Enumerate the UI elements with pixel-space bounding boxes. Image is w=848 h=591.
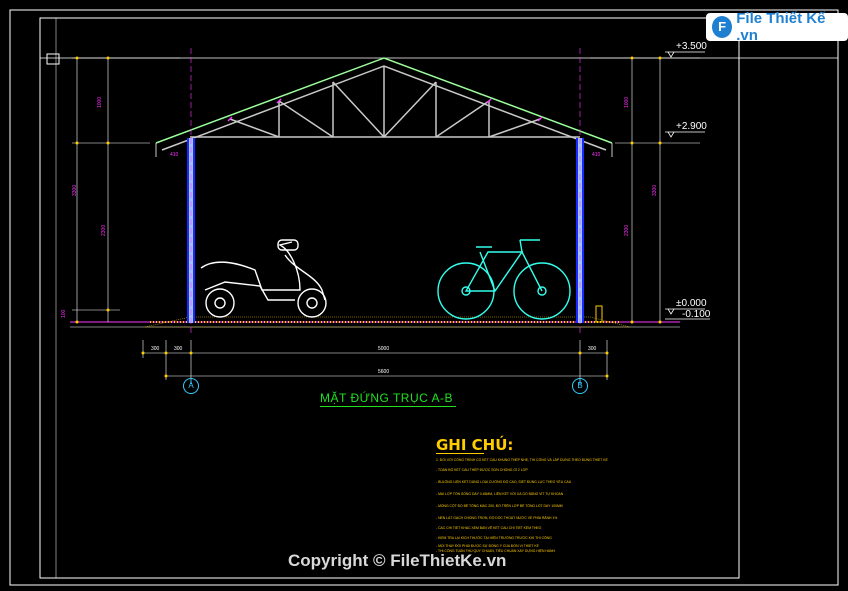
- dimension-label: 2300: [624, 224, 630, 236]
- note-line: - TOÀN BỘ KẾT CẤU THÉP ĐƯỢC SƠN CHỐNG GỈ…: [436, 468, 528, 472]
- axis-bubble-a: A: [183, 378, 199, 394]
- axis-bubble-b: B: [572, 378, 588, 394]
- note-line: - KIỂM TRA LẠI KÍCH THƯỚC TẠI HIỆN TRƯỜN…: [436, 536, 552, 540]
- dimension-label: 300: [588, 346, 597, 352]
- note-line: - CÁC CHI TIẾT KHÁC XEM BẢN VẼ KẾT CẤU C…: [436, 526, 542, 530]
- note-line: - NỀN LÁT GẠCH CHỐNG TRƠN, ĐỘ DỐC THOÁT …: [436, 516, 558, 520]
- copyright-watermark: Copyright © FileThietKe.vn: [288, 551, 507, 570]
- dimension-label: 1000: [624, 96, 630, 108]
- logo-text: File Thiết Kế .vn: [736, 10, 826, 44]
- outer-frame: [9, 9, 839, 586]
- note-line: - BULÔNG LIÊN KẾT DÙNG LOẠI CƯỜNG ĐỘ CAO…: [436, 480, 572, 484]
- column-left: [187, 48, 195, 335]
- title-underline: [320, 406, 456, 407]
- dimension-label: 1000: [97, 96, 103, 108]
- drain-block: [595, 305, 603, 323]
- note-line: - MÁI LỢP TÔN SÓNG DÀY 0.45MM, LIÊN KẾT …: [436, 492, 564, 496]
- logo-mark-icon: F: [712, 16, 733, 38]
- notes-title: GHI CHÚ:: [436, 436, 514, 454]
- dimension-label: 3300: [72, 184, 78, 196]
- ucs-marker: [46, 53, 60, 65]
- elevation-label: ±0.000: [676, 298, 707, 309]
- dimension-label: 300: [151, 346, 160, 352]
- note-line: - MÓNG CỘT ĐỔ BÊ TÔNG MÁC 200, ĐỔ TRÊN L…: [436, 504, 563, 508]
- dimension-label: 3300: [652, 184, 658, 196]
- dimension-label: 100: [61, 309, 67, 318]
- elevation-label: -0.100: [682, 309, 711, 320]
- drawing-title: MẶT ĐỨNG TRỤC A-B: [320, 391, 453, 405]
- motorbike-illustration: [200, 239, 327, 318]
- notes-underline: [436, 453, 484, 454]
- roof-truss: [155, 57, 613, 151]
- eave-label: 410: [170, 152, 179, 158]
- bicycle-illustration: [437, 239, 571, 320]
- elevation-label: +2.900: [676, 121, 707, 132]
- cad-drawing: [9, 9, 839, 586]
- dimension-label: 5000: [378, 346, 390, 352]
- note-line: 1. ĐỐI VỚI CÔNG TRÌNH CÓ KẾT CẤU KHUNG T…: [436, 458, 608, 462]
- dimension-label: 2300: [101, 224, 107, 236]
- column-right: [576, 48, 584, 335]
- note-line: - MỌI THAY ĐỔI PHẢI ĐƯỢC SỰ ĐỒNG Ý CỦA Đ…: [436, 544, 539, 548]
- eave-label: 410: [592, 152, 601, 158]
- dimension-label: 5600: [378, 369, 390, 375]
- dimension-label: 300: [174, 346, 183, 352]
- brand-logo: F File Thiết Kế .vn: [706, 10, 848, 44]
- elevation-label: +3.500: [676, 41, 707, 52]
